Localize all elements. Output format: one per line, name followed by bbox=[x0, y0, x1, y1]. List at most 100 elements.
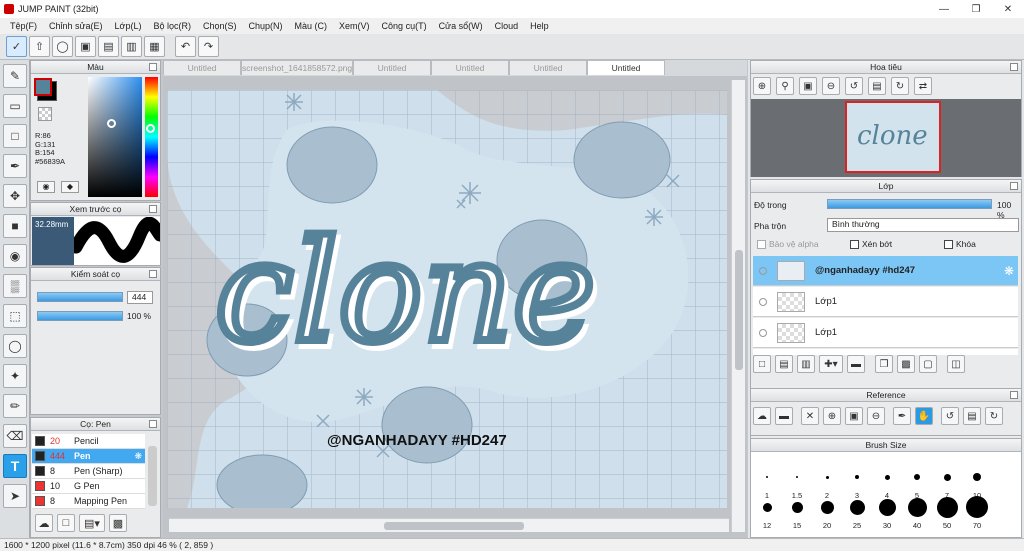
fit-screen-icon[interactable]: ▣ bbox=[799, 77, 817, 95]
eyedropper-icon[interactable]: ✒ bbox=[893, 407, 911, 425]
transparent-color-swatch[interactable] bbox=[38, 107, 52, 121]
brush-size-option[interactable]: 70 bbox=[962, 495, 992, 530]
tab-screenshot[interactable]: screenshot_1641858572.png bbox=[241, 60, 353, 75]
layer-settings-gear-icon[interactable]: ❋ bbox=[1004, 264, 1014, 278]
new-layer-copy-icon[interactable]: ▤ bbox=[775, 355, 793, 373]
eraser-tool-icon[interactable]: ▭ bbox=[3, 94, 27, 118]
brush-size-option[interactable]: 40 bbox=[902, 495, 932, 530]
minimize-button[interactable]: — bbox=[928, 0, 960, 18]
redo-icon[interactable]: ↷ bbox=[198, 36, 219, 57]
zoom-out-icon[interactable]: ⊖ bbox=[822, 77, 840, 95]
duplicate-layer-icon[interactable]: ❐ bbox=[875, 355, 893, 373]
zoom-in-icon[interactable]: ⚲ bbox=[776, 77, 794, 95]
tab-untitled[interactable]: Untitled bbox=[353, 60, 431, 75]
quick-mode-icon[interactable]: ✓ bbox=[6, 36, 27, 57]
vertical-scroll-thumb[interactable] bbox=[735, 250, 743, 370]
navigator-thumbnail[interactable]: clone bbox=[845, 101, 941, 173]
panel-expand-icon[interactable] bbox=[1010, 63, 1018, 71]
layer-row[interactable]: Lớp1 bbox=[753, 287, 1018, 317]
menu-window[interactable]: Cửa sổ(W) bbox=[433, 21, 489, 31]
tab-untitled[interactable]: Untitled bbox=[431, 60, 509, 75]
message-icon[interactable]: ▣ bbox=[75, 36, 96, 57]
visibility-icon[interactable] bbox=[759, 266, 767, 275]
grid-icon[interactable]: ▦ bbox=[144, 36, 165, 57]
hue-cursor[interactable] bbox=[146, 124, 155, 133]
operation-tool-icon[interactable]: ➤ bbox=[3, 484, 27, 508]
rectangle-tool-icon[interactable]: □ bbox=[3, 124, 27, 148]
layer-opacity-slider[interactable] bbox=[827, 199, 992, 209]
layer-row[interactable]: Lớp1 bbox=[753, 318, 1018, 348]
document-icon[interactable]: ▤ bbox=[98, 36, 119, 57]
clear-layer-icon[interactable]: ▢ bbox=[919, 355, 937, 373]
color-wheel-icon[interactable]: ◉ bbox=[37, 181, 55, 193]
horizontal-scroll-thumb[interactable] bbox=[384, 522, 524, 530]
brush-opacity-slider[interactable] bbox=[37, 311, 123, 321]
lasso-tool-icon[interactable]: ◯ bbox=[3, 334, 27, 358]
menu-view[interactable]: Xem(V) bbox=[333, 21, 376, 31]
gradient-tool-icon[interactable]: ▒ bbox=[3, 274, 27, 298]
pen-line-tool-icon[interactable]: ✒ bbox=[3, 154, 27, 178]
brush-item[interactable]: 20 Pencil bbox=[32, 434, 145, 449]
panel-expand-icon[interactable] bbox=[1010, 182, 1018, 190]
reset-view-icon[interactable]: ▤ bbox=[963, 407, 981, 425]
navigator-view[interactable]: clone bbox=[751, 99, 1021, 177]
menu-select[interactable]: Chọn(S) bbox=[197, 21, 243, 31]
sv-cursor[interactable] bbox=[107, 119, 116, 128]
select-eraser-tool-icon[interactable]: ⌫ bbox=[3, 424, 27, 448]
select-rect-tool-icon[interactable]: ⬚ bbox=[3, 304, 27, 328]
settings-gear-icon[interactable]: ❋ bbox=[134, 451, 142, 462]
menu-cloud[interactable]: Cloud bbox=[489, 21, 525, 31]
menu-file[interactable]: Tệp(F) bbox=[4, 21, 43, 31]
zoom-in-icon[interactable]: ⊕ bbox=[823, 407, 841, 425]
new-raster-layer-icon[interactable]: ▥ bbox=[797, 355, 815, 373]
brush-list-scrollbar[interactable] bbox=[148, 446, 157, 506]
color-picker-icon[interactable]: ◆ bbox=[61, 181, 79, 193]
brush-menu-icon[interactable]: ▤▾ bbox=[79, 514, 105, 532]
saturation-value-picker[interactable] bbox=[88, 77, 142, 197]
comment-icon[interactable]: ◯ bbox=[52, 36, 73, 57]
select-pen-tool-icon[interactable]: ✏ bbox=[3, 394, 27, 418]
new-layer-icon[interactable]: □ bbox=[753, 355, 771, 373]
brush-size-option[interactable]: 50 bbox=[932, 495, 962, 530]
fill-rect-tool-icon[interactable]: ■ bbox=[3, 214, 27, 238]
panel-expand-icon[interactable] bbox=[149, 205, 157, 213]
zoom-in-icon[interactable]: ⊕ bbox=[753, 77, 771, 95]
zoom-out-icon[interactable]: ⊖ bbox=[867, 407, 885, 425]
hue-slider[interactable] bbox=[145, 77, 158, 197]
brush-tool-icon[interactable]: ✎ bbox=[3, 64, 27, 88]
blend-mode-select[interactable]: Bình thường bbox=[827, 218, 1019, 232]
new-brush-icon[interactable]: □ bbox=[57, 514, 75, 532]
lock-checkbox[interactable] bbox=[944, 240, 953, 250]
delete-layer-icon[interactable]: ◫ bbox=[947, 355, 965, 373]
rotate-right-icon[interactable]: ↻ bbox=[891, 77, 909, 95]
brush-size-option[interactable]: 30 bbox=[872, 495, 902, 530]
panel-expand-icon[interactable] bbox=[1010, 391, 1018, 399]
visibility-icon[interactable] bbox=[759, 297, 767, 306]
brush-settings-icon[interactable]: ▩ bbox=[109, 514, 127, 532]
layer-row-selected[interactable]: @nganhadayy #hd247 ❋ bbox=[753, 256, 1018, 286]
brush-item[interactable]: 10 G Pen bbox=[32, 479, 145, 494]
menu-tools[interactable]: Công cụ(T) bbox=[376, 21, 433, 31]
protect-alpha-checkbox[interactable] bbox=[757, 240, 766, 250]
menu-capture[interactable]: Chụp(N) bbox=[243, 21, 289, 31]
hand-icon[interactable]: ✋ bbox=[915, 407, 933, 425]
undo-icon[interactable]: ↶ bbox=[175, 36, 196, 57]
drawing-canvas[interactable]: clone clone @NGANHADAYY #HD247 bbox=[167, 90, 727, 508]
restore-button[interactable]: ❐ bbox=[960, 0, 992, 18]
add-layer-menu-icon[interactable]: ✚▾ bbox=[819, 355, 843, 373]
move-tool-icon[interactable]: ✥ bbox=[3, 184, 27, 208]
menu-filter[interactable]: Bộ lọc(R) bbox=[147, 21, 197, 31]
foreground-color-swatch[interactable] bbox=[34, 78, 52, 96]
tab-untitled-active[interactable]: Untitled bbox=[587, 60, 665, 75]
export-icon[interactable]: ⇧ bbox=[29, 36, 50, 57]
menu-edit[interactable]: Chỉnh sửa(E) bbox=[43, 21, 109, 31]
rotate-left-icon[interactable]: ↺ bbox=[845, 77, 863, 95]
menu-layer[interactable]: Lớp(L) bbox=[109, 21, 148, 31]
panel-expand-icon[interactable] bbox=[149, 270, 157, 278]
brush-size-option[interactable]: 12 bbox=[752, 495, 782, 530]
menu-color[interactable]: Màu (C) bbox=[289, 21, 334, 31]
tab-untitled[interactable]: Untitled bbox=[163, 60, 241, 75]
rotate-left-icon[interactable]: ↺ bbox=[941, 407, 959, 425]
brush-item-selected[interactable]: 444 Pen ❋ bbox=[32, 449, 145, 464]
canvas-horizontal-scrollbar[interactable] bbox=[169, 518, 729, 532]
